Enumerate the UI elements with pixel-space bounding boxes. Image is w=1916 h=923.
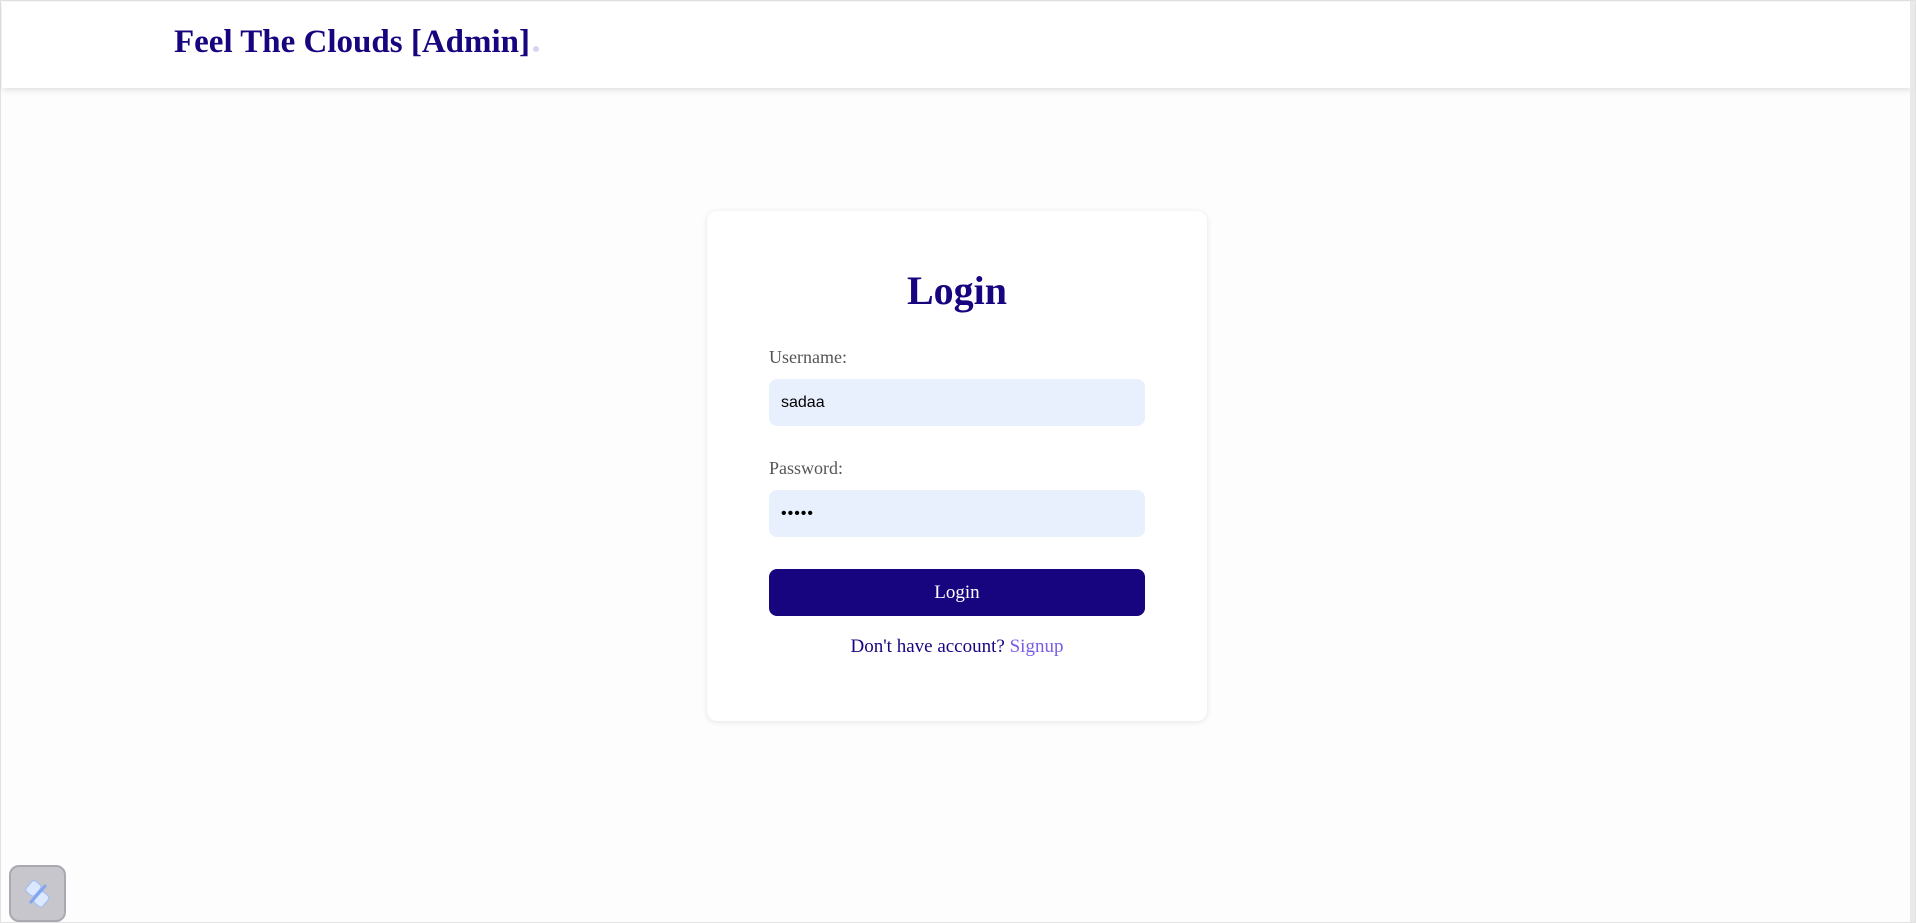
scrollbar-edge (1910, 1, 1915, 922)
navbar: Feel The Clouds [Admin] (2, 2, 1912, 88)
signup-prompt: Don't have account? Signup (707, 636, 1207, 658)
login-button-label: Login (934, 581, 980, 603)
no-account-text: Don't have account? (850, 636, 1005, 657)
signup-link[interactable]: Signup (1010, 636, 1064, 657)
page: Feel The Clouds [Admin] Login Username: … (0, 0, 1916, 923)
login-card: Login Username: sadaa Password: ••••• Lo… (707, 211, 1207, 721)
lightning-bolt-icon (24, 879, 49, 907)
username-input[interactable]: sadaa (769, 379, 1145, 426)
login-title: Login (906, 268, 1008, 313)
brand-title: Feel The Clouds [Admin] (174, 24, 531, 60)
username-value: sadaa (781, 393, 825, 411)
brand-dot-icon (533, 46, 540, 52)
login-button[interactable]: Login (769, 569, 1145, 616)
floating-extension-button[interactable] (9, 865, 66, 922)
brand-link[interactable]: Feel The Clouds [Admin] (174, 24, 540, 61)
password-value: ••••• (781, 504, 815, 522)
password-input[interactable]: ••••• (769, 490, 1145, 537)
password-label: Password: (769, 458, 844, 478)
username-label: Username: (769, 347, 847, 367)
